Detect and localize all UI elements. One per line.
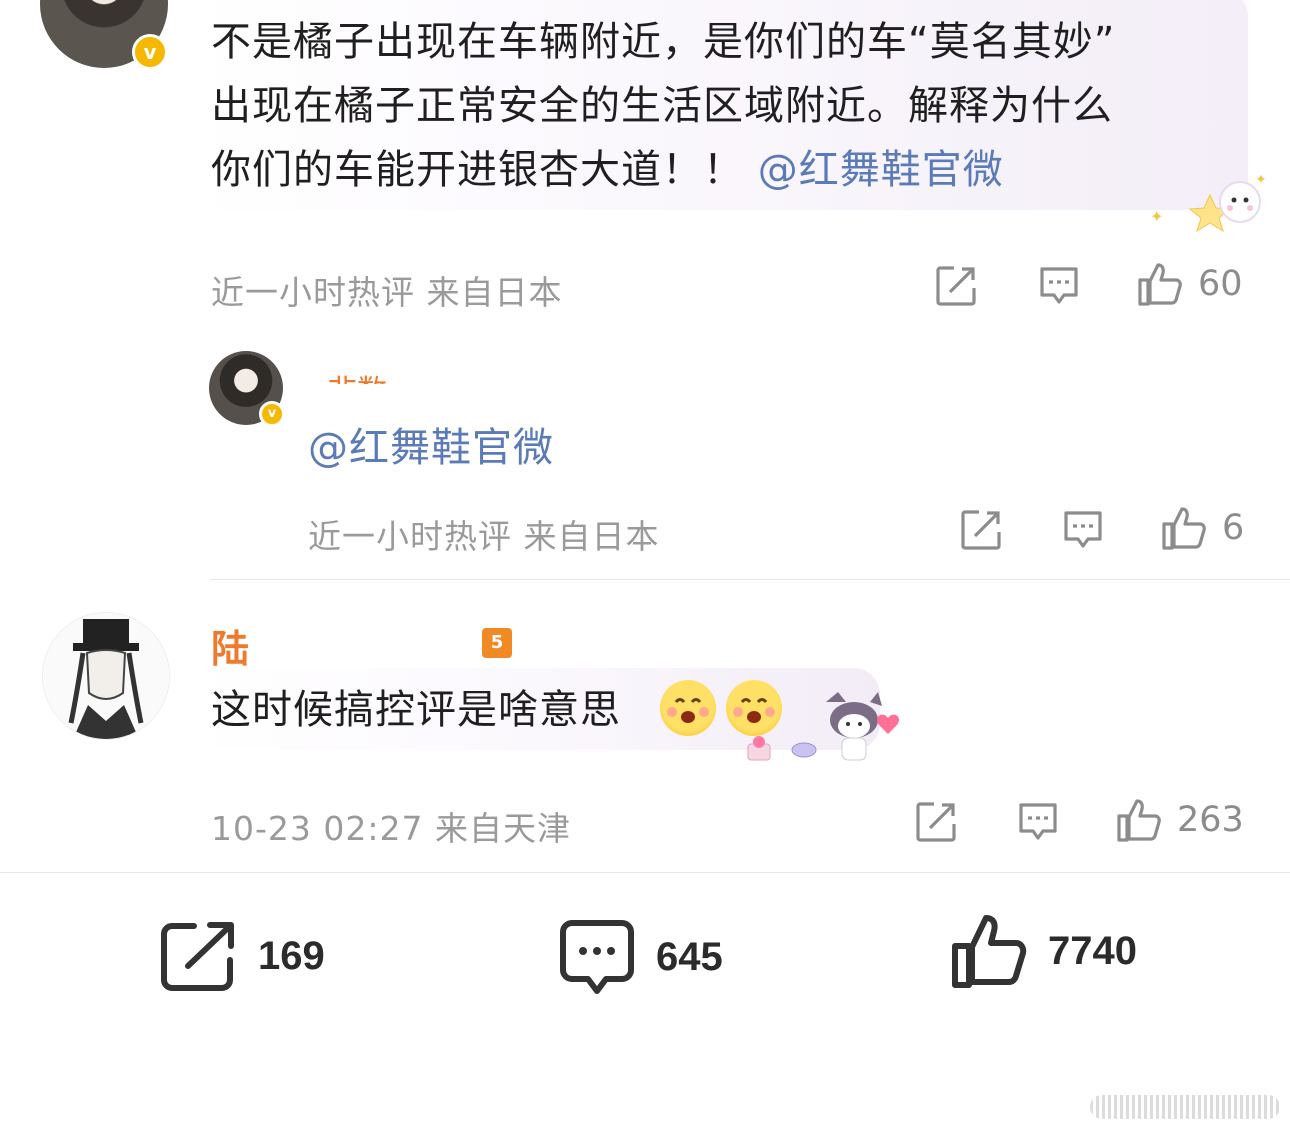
comment-meta: 近一小时热评 来自日本 (211, 273, 563, 312)
comment-icon (1040, 267, 1078, 304)
comment-icon (1019, 803, 1057, 840)
comment-line: 出现在橘子正常安全的生活区域附近。解释为什么 (211, 83, 1113, 129)
share-button[interactable] (959, 508, 1003, 552)
like-icon (1117, 799, 1161, 842)
comment-meta: 近一小时热评 来自日本 (308, 517, 660, 556)
like-button[interactable]: 60 (1136, 260, 1243, 308)
avatar[interactable] (42, 612, 170, 740)
like-count: 60 (1198, 264, 1243, 304)
comment-meta: 10-23 02:27 来自天津 (211, 809, 571, 848)
repost-count: 169 (258, 933, 325, 978)
sticker (742, 688, 902, 768)
share-button[interactable] (934, 264, 978, 308)
comment-icon (560, 920, 634, 994)
bottom-action-bar: 169 645 7740 (0, 872, 1290, 1137)
like-count: 7740 (1048, 928, 1137, 973)
like-count: 263 (1177, 800, 1244, 840)
svg-text:✦: ✦ (1255, 172, 1267, 188)
avatar[interactable]: v (40, 0, 168, 70)
comment-text: 这时候搞控评是啥意思 (211, 678, 621, 742)
like-button[interactable]: 263 (1115, 796, 1244, 844)
comment-icon (1064, 511, 1102, 548)
mention-link[interactable]: @红舞鞋官微 (308, 416, 554, 480)
like-button[interactable]: 6 (1160, 504, 1244, 552)
like-icon (1138, 263, 1182, 306)
share-button[interactable] (914, 800, 958, 844)
share-icon (936, 266, 976, 306)
like-count: 6 (1222, 508, 1245, 548)
comment-line: 你们的车能开进银杏大道！！ @红舞鞋官微 (211, 138, 1231, 202)
repost-icon (161, 922, 234, 991)
comment-button[interactable] (1037, 264, 1081, 308)
comment-line-text: 你们的车能开进银杏大道！！ (211, 147, 744, 193)
comment-button[interactable] (1016, 800, 1060, 844)
verified-badge-icon: v (259, 401, 285, 427)
share-icon (961, 510, 1001, 550)
comment-button[interactable] (1061, 508, 1105, 552)
emoji (660, 680, 716, 736)
comment-count: 645 (656, 934, 723, 979)
comment-line: 不是橘子出现在车辆附近，是你们的车“莫名其妙” (211, 19, 1116, 65)
divider (210, 579, 1290, 580)
comment-button[interactable]: 645 (558, 918, 723, 996)
share-icon (916, 802, 956, 842)
like-icon (952, 915, 1027, 988)
mention-link[interactable]: @红舞鞋官微 (758, 147, 1004, 193)
comment-line-text: 这时候搞控评是啥意思 (211, 687, 621, 733)
sticker: ✦ ✦ (1140, 170, 1270, 235)
like-button[interactable]: 7740 (950, 912, 1137, 990)
home-indicator (1090, 1095, 1280, 1119)
like-icon (1162, 507, 1206, 550)
avatar[interactable]: v (209, 351, 285, 427)
verified-badge-icon: v (132, 34, 168, 70)
level-badge-icon: 5 (482, 628, 512, 658)
comment-text: 不是橘子出现在车辆附近，是你们的车“莫名其妙” 出现在橘子正常安全的生活区域附近… (211, 10, 1231, 202)
svg-text:✦: ✦ (1150, 207, 1163, 226)
username[interactable]: · 非数 · (308, 362, 406, 384)
username[interactable]: 陆 (211, 618, 249, 673)
repost-button[interactable]: 169 (160, 920, 325, 992)
